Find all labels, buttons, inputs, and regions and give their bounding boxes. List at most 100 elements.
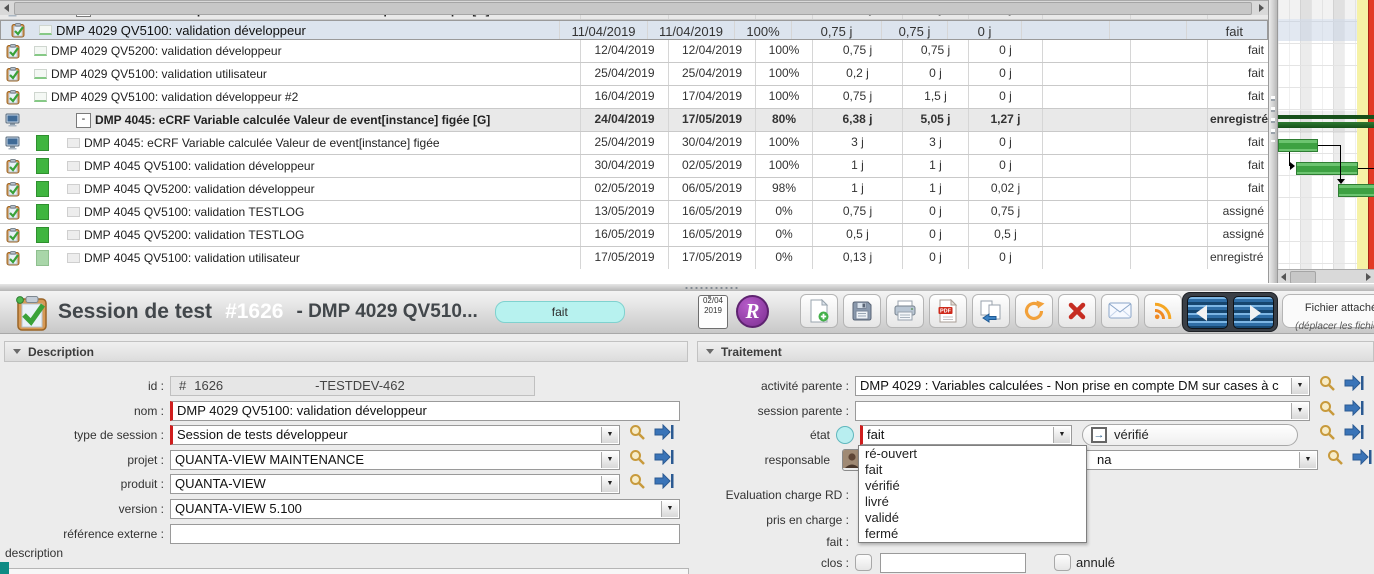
dropdown-option[interactable]: livré bbox=[859, 494, 1086, 510]
go-to-icon[interactable] bbox=[654, 473, 674, 494]
dropdown-arrow-icon[interactable] bbox=[1053, 427, 1070, 443]
attach-file-button[interactable]: Fichier attaché (déplacer les fichiers bbox=[1282, 294, 1374, 328]
annule-checkbox[interactable] bbox=[1054, 554, 1071, 571]
end-date: 16/05/2019 bbox=[668, 224, 755, 246]
status-badge: fait bbox=[495, 301, 625, 323]
dropdown-arrow-icon[interactable] bbox=[601, 476, 618, 492]
status: fait bbox=[1207, 155, 1268, 177]
dropdown-arrow-icon[interactable] bbox=[1299, 452, 1316, 468]
user-avatar[interactable]: R bbox=[736, 295, 769, 328]
nom-input[interactable] bbox=[170, 401, 680, 421]
go-to-icon[interactable] bbox=[654, 424, 674, 445]
produit-select[interactable]: QUANTA-VIEW bbox=[170, 474, 620, 494]
scrollbar-thumb[interactable] bbox=[14, 2, 1252, 15]
scroll-left-icon[interactable] bbox=[1281, 273, 1286, 281]
activite-parente-select[interactable]: DMP 4029 : Variables calculées - Non pri… bbox=[855, 376, 1310, 396]
search-icon[interactable] bbox=[628, 448, 646, 471]
export-pdf-button[interactable]: PDF bbox=[929, 294, 967, 328]
go-to-icon[interactable] bbox=[1344, 375, 1364, 396]
gantt-summary-bar[interactable] bbox=[1278, 122, 1374, 128]
search-icon[interactable] bbox=[1326, 448, 1344, 471]
transition-verifie-button[interactable]: →vérifié bbox=[1082, 424, 1298, 446]
scroll-left-icon[interactable] bbox=[4, 4, 9, 12]
dropdown-option[interactable]: fait bbox=[859, 462, 1086, 478]
gantt-horizontal-scrollbar[interactable] bbox=[1278, 269, 1374, 284]
dropdown-arrow-icon[interactable] bbox=[1291, 378, 1308, 394]
dropdown-arrow-icon[interactable] bbox=[601, 452, 618, 468]
table-row[interactable]: DMP 4045 QV5200: validation TESTLOG 16/0… bbox=[0, 224, 1268, 247]
table-row[interactable]: DMP 4045 QV5200: validation développeur … bbox=[0, 178, 1268, 201]
search-icon[interactable] bbox=[1318, 423, 1336, 446]
go-to-icon[interactable] bbox=[1344, 400, 1364, 421]
dropdown-arrow-icon[interactable] bbox=[1291, 403, 1308, 419]
description-form: id : # 1626 -TESTDEV-462 nom : type de s… bbox=[0, 362, 692, 574]
calendar-icon[interactable]: 02/04 2019 bbox=[698, 295, 728, 329]
vertical-splitter[interactable] bbox=[1268, 0, 1278, 283]
table-row[interactable]: DMP 4029 QV5100: validation développeur … bbox=[0, 20, 1268, 40]
save-button[interactable] bbox=[843, 294, 881, 328]
remaining-days: 0 j bbox=[968, 63, 1042, 85]
projet-select[interactable]: QUANTA-VIEW MAINTENANCE bbox=[170, 450, 620, 470]
table-row[interactable]: DMP 4045 QV5100: validation utilisateur … bbox=[0, 247, 1268, 269]
section-description[interactable]: Description bbox=[4, 341, 688, 362]
done-days: 1 j bbox=[902, 155, 968, 177]
progress: 100% bbox=[755, 63, 812, 85]
search-icon[interactable] bbox=[628, 472, 646, 495]
gantt-summary-bar[interactable] bbox=[1278, 115, 1374, 119]
table-row[interactable]: DMP 4029 QV5100: validation utilisateur … bbox=[0, 63, 1268, 86]
dropdown-option[interactable]: ré-ouvert bbox=[859, 446, 1086, 462]
dropdown-arrow-icon[interactable] bbox=[601, 427, 618, 443]
gantt-bar[interactable] bbox=[1296, 162, 1358, 175]
table-row[interactable]: DMP 4045 QV5100: validation TESTLOG 13/0… bbox=[0, 201, 1268, 224]
type-session-select[interactable]: Session de tests développeur bbox=[170, 425, 620, 445]
dropdown-option[interactable]: vérifié bbox=[859, 478, 1086, 494]
splitter-handle-icon[interactable] bbox=[1271, 96, 1275, 142]
progress: 0% bbox=[755, 201, 812, 223]
reference-externe-input[interactable] bbox=[170, 524, 680, 544]
gantt-bar[interactable] bbox=[1338, 184, 1374, 197]
clos-date-input[interactable] bbox=[880, 553, 1026, 573]
copy-button[interactable] bbox=[972, 294, 1010, 328]
rss-button[interactable] bbox=[1144, 294, 1182, 328]
previous-record-button[interactable] bbox=[1187, 296, 1228, 329]
clos-label: clos : bbox=[700, 556, 855, 570]
clipboard-check-icon bbox=[0, 159, 26, 174]
new-document-button[interactable] bbox=[800, 294, 838, 328]
print-button[interactable] bbox=[886, 294, 924, 328]
description-textarea[interactable] bbox=[8, 568, 689, 574]
refresh-button[interactable] bbox=[1015, 294, 1053, 328]
session-parente-select[interactable] bbox=[855, 401, 1310, 421]
id-reference: -TESTDEV-462 bbox=[315, 378, 405, 393]
remaining-days: 0 j bbox=[968, 86, 1042, 108]
table-row[interactable]: DMP 4045: eCRF Variable calculée Valeur … bbox=[0, 132, 1268, 155]
delete-button[interactable] bbox=[1058, 294, 1096, 328]
table-horizontal-scrollbar[interactable] bbox=[0, 0, 1268, 15]
search-icon[interactable] bbox=[1318, 374, 1336, 397]
table-row[interactable]: -DMP 4045: eCRF Variable calculée Valeur… bbox=[0, 109, 1268, 132]
search-icon[interactable] bbox=[1318, 399, 1336, 422]
dropdown-arrow-icon[interactable] bbox=[661, 501, 678, 517]
email-button[interactable] bbox=[1101, 294, 1139, 328]
go-to-icon[interactable] bbox=[654, 449, 674, 470]
table-row[interactable]: DMP 4045 QV5100: validation développeur … bbox=[0, 155, 1268, 178]
collapse-icon[interactable]: - bbox=[76, 113, 91, 128]
section-traitement[interactable]: Traitement bbox=[697, 341, 1374, 362]
dropdown-option[interactable]: fermé bbox=[859, 526, 1086, 542]
go-to-icon[interactable] bbox=[1352, 449, 1372, 470]
evaluation-charge-label: Evaluation charge RD : bbox=[700, 488, 855, 502]
progress: 100% bbox=[755, 40, 812, 62]
clos-checkbox[interactable] bbox=[855, 554, 872, 571]
gantt-bar[interactable] bbox=[1278, 139, 1318, 152]
table-row[interactable]: DMP 4029 QV5100: validation développeur … bbox=[0, 86, 1268, 109]
splitter-grip-icon[interactable] bbox=[684, 286, 740, 290]
go-to-icon[interactable] bbox=[1344, 424, 1364, 445]
remaining-days: 0,75 j bbox=[968, 201, 1042, 223]
next-record-button[interactable] bbox=[1233, 296, 1274, 329]
dropdown-option[interactable]: validé bbox=[859, 510, 1086, 526]
scroll-right-icon[interactable] bbox=[1366, 273, 1371, 281]
table-row[interactable]: DMP 4029 QV5200: validation développeur … bbox=[0, 40, 1268, 63]
search-icon[interactable] bbox=[628, 423, 646, 446]
etat-combo-input[interactable]: fait bbox=[860, 425, 1072, 445]
scroll-right-icon[interactable] bbox=[1259, 4, 1264, 12]
version-select[interactable]: QUANTA-VIEW 5.100 bbox=[170, 499, 680, 519]
